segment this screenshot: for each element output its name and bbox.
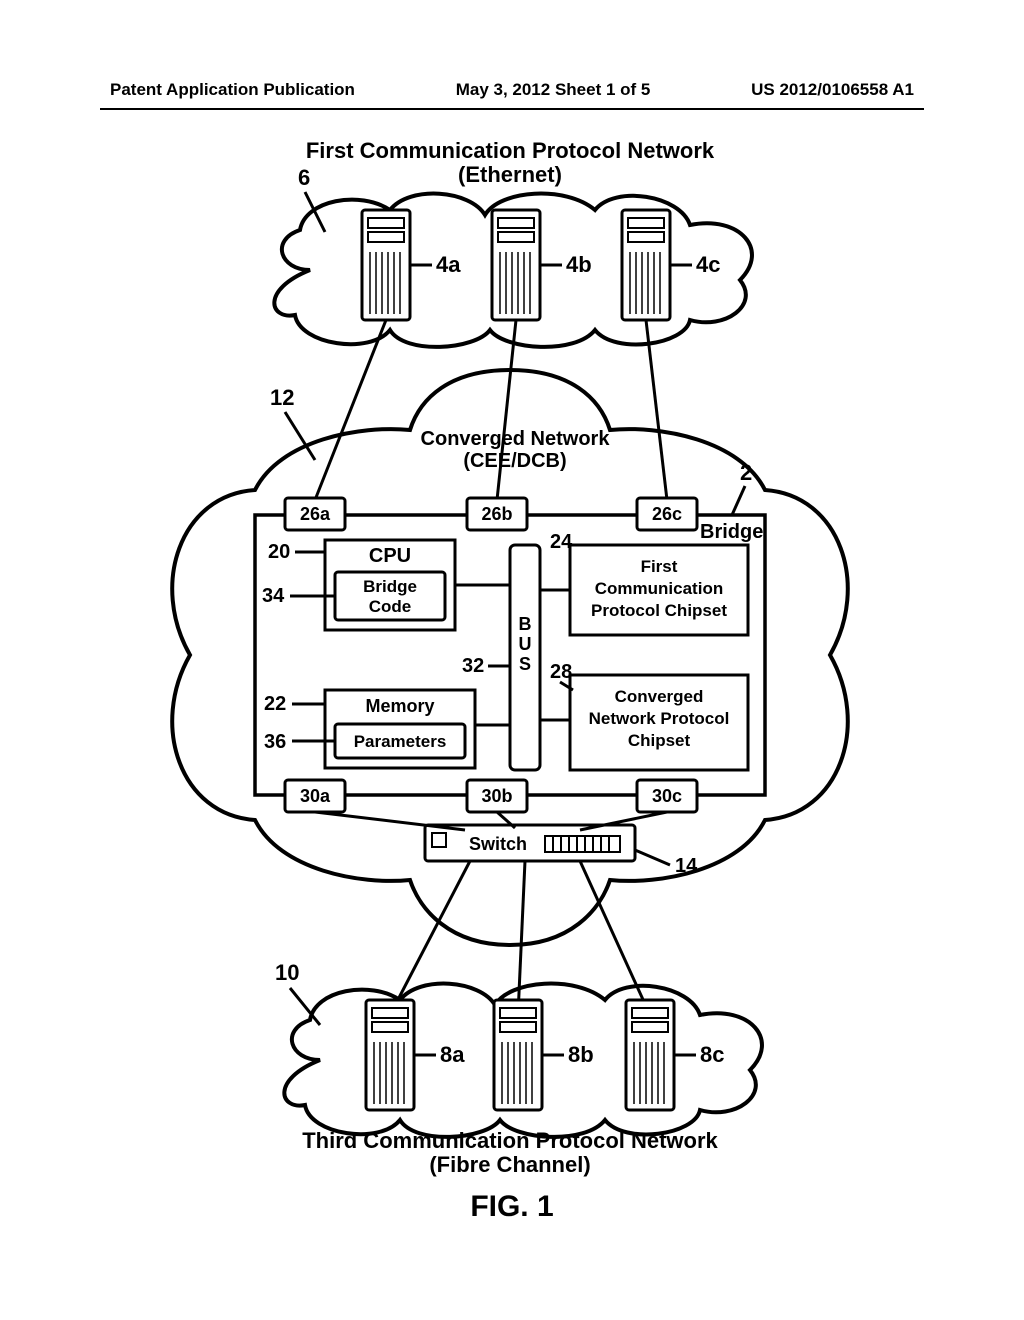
parameters-label: Parameters bbox=[354, 732, 447, 751]
port-30a-label: 30a bbox=[300, 786, 331, 806]
switch-label: Switch bbox=[469, 834, 527, 854]
header-right: US 2012/0106558 A1 bbox=[751, 80, 914, 100]
port-30c-label: 30c bbox=[652, 786, 682, 806]
header-center: May 3, 2012 Sheet 1 of 5 bbox=[456, 80, 651, 100]
figure-label: FIG. 1 bbox=[0, 1190, 1024, 1224]
chipset1-ref: 24 bbox=[550, 531, 573, 553]
top-network-ref: 6 bbox=[298, 165, 310, 190]
page: Patent Application Publication May 3, 20… bbox=[0, 0, 1024, 1320]
bottom-network-title1: Third Communication Protocol Network bbox=[302, 1128, 718, 1153]
server-8b bbox=[494, 1000, 542, 1110]
parameters-ref: 36 bbox=[264, 731, 286, 753]
link-switch-8a bbox=[390, 861, 470, 1015]
bridge-ref: 2 bbox=[740, 460, 752, 485]
server-8a-label: 8a bbox=[440, 1042, 465, 1067]
memory-ref: 22 bbox=[264, 693, 286, 715]
cpu-ref: 20 bbox=[268, 541, 290, 563]
port-26b-label: 26b bbox=[481, 504, 512, 524]
cpu-label: CPU bbox=[369, 545, 411, 567]
bridge-code-l1: Bridge bbox=[363, 577, 417, 596]
port-26c-label: 26c bbox=[652, 504, 682, 524]
server-8c bbox=[626, 1000, 674, 1110]
bus-label-B: B bbox=[519, 614, 532, 634]
switch-ref: 14 bbox=[675, 855, 698, 877]
bottom-network-ref: 10 bbox=[275, 960, 299, 985]
chipset2-l3: Chipset bbox=[628, 731, 691, 750]
link-30a-switch bbox=[315, 812, 465, 830]
server-4a bbox=[362, 210, 410, 320]
converged-title1: Converged Network bbox=[421, 428, 611, 450]
bridge-code-ref: 34 bbox=[262, 585, 285, 607]
server-4c bbox=[622, 210, 670, 320]
leader-14 bbox=[635, 850, 670, 865]
chipset2-l1: Converged bbox=[615, 687, 704, 706]
server-8b-label: 8b bbox=[568, 1042, 594, 1067]
network-diagram: First Communication Protocol Network (Et… bbox=[100, 130, 920, 1250]
port-30b-label: 30b bbox=[481, 786, 512, 806]
bus-label-U: U bbox=[519, 634, 532, 654]
memory-label: Memory bbox=[365, 696, 434, 716]
server-8a bbox=[366, 1000, 414, 1110]
bus-ref: 32 bbox=[462, 655, 484, 677]
chipset1-l3: Protocol Chipset bbox=[591, 601, 727, 620]
top-network-title1: First Communication Protocol Network bbox=[306, 138, 715, 163]
converged-title2: (CEE/DCB) bbox=[463, 450, 566, 472]
server-8c-label: 8c bbox=[700, 1042, 724, 1067]
server-4b bbox=[492, 210, 540, 320]
converged-ref: 12 bbox=[270, 385, 294, 410]
chipset2-ref: 28 bbox=[550, 661, 572, 683]
link-4b-26b bbox=[497, 320, 516, 500]
bottom-network-title2: (Fibre Channel) bbox=[429, 1152, 590, 1177]
page-header: Patent Application Publication May 3, 20… bbox=[0, 80, 1024, 100]
bridge-code-l2: Code bbox=[369, 597, 412, 616]
bridge-label: Bridge bbox=[700, 521, 763, 543]
server-4c-label: 4c bbox=[696, 252, 720, 277]
bus-label-S: S bbox=[519, 654, 531, 674]
header-left: Patent Application Publication bbox=[110, 80, 355, 100]
top-network-title2: (Ethernet) bbox=[458, 162, 562, 187]
port-26a-label: 26a bbox=[300, 504, 331, 524]
link-4a-26a bbox=[315, 320, 386, 500]
server-4b-label: 4b bbox=[566, 252, 592, 277]
link-switch-8b bbox=[518, 861, 525, 1015]
header-rule bbox=[100, 108, 924, 110]
link-4c-26c bbox=[646, 320, 667, 500]
chipset1-l1: First bbox=[641, 557, 678, 576]
leader-2 bbox=[732, 486, 745, 515]
leader-6 bbox=[305, 192, 325, 232]
chipset2-l2: Network Protocol bbox=[589, 709, 730, 728]
chipset1-l2: Communication bbox=[595, 579, 723, 598]
server-4a-label: 4a bbox=[436, 252, 461, 277]
